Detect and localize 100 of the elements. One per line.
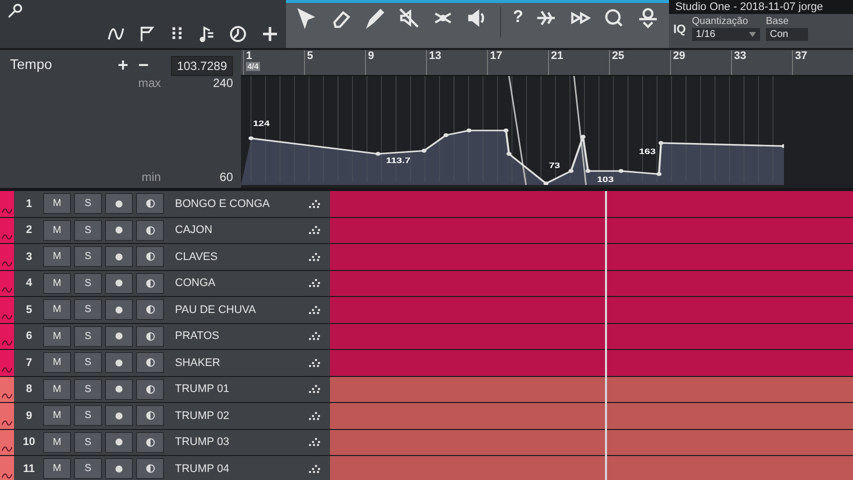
- monitor-icon[interactable]: [146, 278, 154, 288]
- record-icon[interactable]: [115, 358, 123, 367]
- record-icon[interactable]: [115, 412, 123, 420]
- monitor-icon[interactable]: [146, 199, 154, 208]
- instrument-icon[interactable]: [308, 438, 322, 446]
- bar-number: 13: [429, 50, 442, 62]
- track-number: 11: [22, 462, 36, 475]
- loop-end-line[interactable]: [573, 76, 587, 185]
- search-icon[interactable]: [6, 2, 24, 20]
- solo-button[interactable]: S: [74, 299, 102, 320]
- mute-button[interactable]: M: [43, 193, 71, 214]
- mute-button[interactable]: M: [43, 432, 71, 453]
- record-icon[interactable]: [115, 464, 123, 473]
- lens-icon[interactable]: [603, 7, 626, 29]
- monitor-icon[interactable]: [146, 226, 154, 235]
- track-name[interactable]: PRATOS: [167, 330, 305, 342]
- track-number: 1: [24, 198, 34, 210]
- iq-button[interactable]: IQ: [673, 22, 686, 36]
- record-icon[interactable]: [115, 385, 123, 394]
- loop-start-line[interactable]: [508, 76, 527, 185]
- monitor-icon[interactable]: [146, 438, 154, 447]
- mute-button[interactable]: M: [43, 299, 71, 320]
- solo-button[interactable]: S: [74, 352, 102, 374]
- curve-icon[interactable]: [106, 25, 126, 43]
- base-dropdown[interactable]: Con: [766, 28, 808, 41]
- solo-button[interactable]: S: [74, 432, 102, 453]
- monitor-icon[interactable]: [146, 252, 154, 262]
- bar-number: 33: [734, 50, 748, 62]
- record-icon[interactable]: [115, 279, 123, 288]
- track-number: 3: [24, 250, 34, 263]
- solo-button[interactable]: S: [74, 193, 102, 214]
- track-name[interactable]: CAJON: [167, 224, 305, 236]
- note-icon[interactable]: [198, 25, 216, 43]
- solo-button[interactable]: S: [74, 220, 102, 241]
- track-name[interactable]: TRUMP 03: [167, 436, 305, 448]
- track-number: 7: [24, 356, 34, 369]
- bar-number: 5: [307, 50, 314, 62]
- solo-button[interactable]: S: [74, 326, 102, 347]
- track-name[interactable]: TRUMP 02: [167, 410, 305, 422]
- instrument-icon[interactable]: [308, 200, 322, 208]
- instrument-icon[interactable]: [308, 358, 322, 367]
- record-icon[interactable]: [115, 252, 123, 261]
- decrease-button[interactable]: −: [138, 56, 161, 76]
- solo-button[interactable]: S: [74, 458, 102, 480]
- mute-button[interactable]: M: [43, 458, 71, 480]
- instrument-icon[interactable]: [308, 279, 322, 288]
- mute-icon[interactable]: [398, 7, 420, 29]
- instrument-icon[interactable]: [308, 412, 322, 420]
- instrument-icon[interactable]: [308, 464, 322, 473]
- record-icon[interactable]: [115, 200, 123, 208]
- flag-icon[interactable]: [138, 25, 156, 43]
- mute-button[interactable]: M: [43, 220, 71, 241]
- mute-button[interactable]: M: [43, 272, 71, 294]
- help-button[interactable]: ?: [512, 7, 524, 27]
- mute-button[interactable]: M: [43, 326, 71, 347]
- record-icon[interactable]: [115, 226, 123, 234]
- min-label: min: [140, 170, 161, 184]
- track-number: 4: [24, 277, 34, 290]
- automation-icon: [2, 287, 12, 293]
- track-name[interactable]: TRUMP 01: [167, 383, 305, 396]
- mute-button[interactable]: M: [43, 378, 71, 400]
- solo-button[interactable]: S: [74, 405, 102, 426]
- solo-button[interactable]: S: [74, 246, 102, 268]
- instrument-icon[interactable]: [308, 306, 322, 314]
- caret-icon[interactable]: [748, 32, 756, 37]
- monitor-icon[interactable]: [146, 305, 154, 314]
- monitor-icon[interactable]: [146, 411, 154, 420]
- track-name[interactable]: PAU DE CHUVA: [167, 304, 305, 316]
- mute-button[interactable]: M: [43, 246, 71, 268]
- monitor-icon[interactable]: [146, 332, 154, 341]
- solo-button[interactable]: S: [74, 378, 102, 400]
- record-icon[interactable]: [115, 438, 123, 446]
- instrument-icon[interactable]: [308, 226, 322, 234]
- record-icon[interactable]: [115, 306, 123, 314]
- instrument-icon[interactable]: [308, 252, 322, 261]
- automation-icon: [2, 393, 12, 399]
- mute-button[interactable]: M: [43, 352, 71, 374]
- automation-icon: [2, 234, 12, 240]
- automation-icon: [2, 366, 12, 372]
- timeline-ruler[interactable]: 1 4/4 5 9 13 17 21 25 29 33 37: [241, 50, 853, 76]
- track-name[interactable]: TRUMP 04: [167, 462, 305, 475]
- solo-button[interactable]: S: [74, 272, 102, 294]
- instrument-icon[interactable]: [308, 385, 322, 394]
- track-name[interactable]: CONGA: [167, 277, 305, 290]
- increase-button[interactable]: +: [118, 56, 128, 76]
- track-name[interactable]: SHAKER: [167, 356, 305, 369]
- tempo-value-field[interactable]: 103.7289: [170, 56, 233, 76]
- quantize-dropdown[interactable]: 1/16: [692, 28, 760, 41]
- track-name[interactable]: CLAVES: [167, 250, 305, 263]
- monitor-icon[interactable]: [146, 384, 154, 394]
- monitor-icon[interactable]: [146, 464, 154, 474]
- track-number: 5: [24, 304, 34, 316]
- clock-icon[interactable]: [228, 24, 248, 44]
- monitor-icon[interactable]: [146, 358, 154, 368]
- instrument-icon[interactable]: [308, 332, 322, 340]
- record-icon[interactable]: [115, 332, 123, 340]
- track-name[interactable]: BONGO E CONGA: [167, 198, 305, 210]
- mute-button[interactable]: M: [43, 405, 71, 426]
- pencil-icon[interactable]: [364, 7, 386, 29]
- quantize-label: Quantização: [692, 16, 750, 27]
